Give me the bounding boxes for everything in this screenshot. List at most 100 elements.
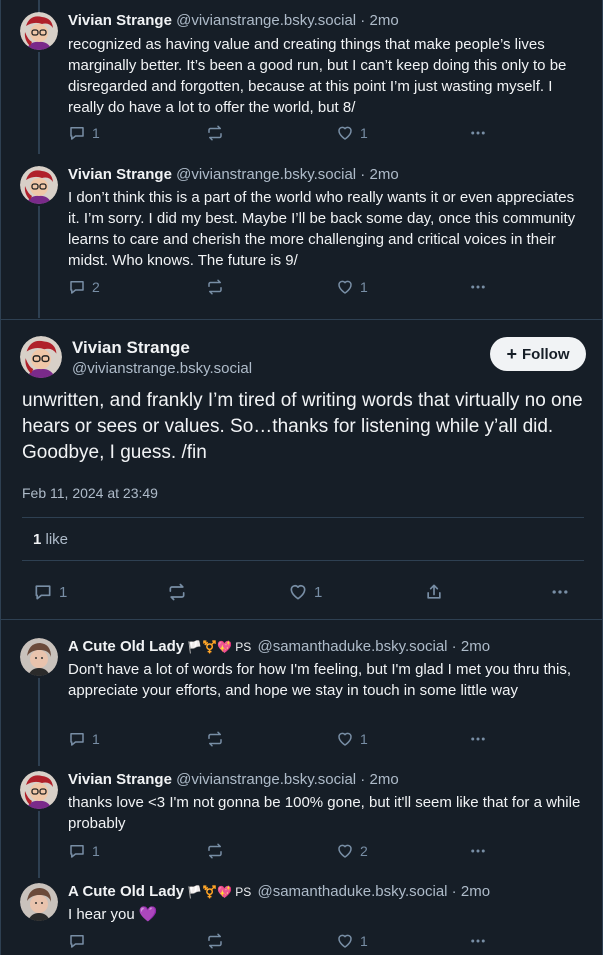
post-actions: 1 1 [68,730,508,750]
like-count: 1 [360,933,368,949]
reply-icon [35,585,51,600]
heart-icon [290,584,306,600]
post-time[interactable]: 2mo [461,883,490,900]
like-button[interactable]: 1 [336,932,368,950]
reply-icon [70,733,84,746]
post-text: Don't have a lot of words for how I'm fe… [68,661,571,699]
time-separator: · [356,771,370,788]
avatar[interactable] [20,883,58,921]
repost-button[interactable] [205,932,231,950]
post-text: recognized as having value and creating … [68,36,567,116]
reply-button[interactable]: 1 [68,730,100,748]
like-count: 1 [360,731,368,747]
time-separator: · [447,883,461,900]
more-options-button[interactable] [468,124,488,142]
author-handle[interactable]: @vivianstrange.bsky.social [176,12,356,29]
post-time[interactable]: 2mo [369,12,398,29]
avatar[interactable] [20,12,58,50]
avatar[interactable] [20,638,58,676]
repost-button[interactable] [205,124,231,142]
thread-line [38,678,40,766]
author-handle[interactable]: @samanthaduke.bsky.social [257,638,447,655]
post-header: Vivian Strange @vivianstrange.bsky.socia… [68,12,399,29]
post-header: A Cute Old Lady 🏳️⚧️💖 PS @samanthaduke.bs… [68,638,490,655]
repost-button[interactable] [205,730,231,748]
like-button[interactable]: 1 [288,582,322,602]
post-time[interactable]: 2mo [369,166,398,183]
author-name[interactable]: Vivian Strange [68,771,172,788]
post-text: thanks love <3 I'm not gonna be 100% gon… [68,794,581,832]
repost-button[interactable] [205,842,231,860]
author-flags: 🏳️⚧️💖 PS [187,885,252,899]
like-count: 1 [360,125,368,141]
reply-icon [70,935,84,948]
more-icon [471,849,485,853]
like-button[interactable]: 1 [336,278,368,296]
repost-button[interactable] [166,582,194,602]
main-author-name[interactable]: Vivian Strange [72,338,190,358]
author-handle[interactable]: @vivianstrange.bsky.social [176,771,356,788]
reply-icon [70,127,84,140]
reply-button[interactable]: 1 [68,124,100,142]
thread-line [38,811,40,878]
like-count: 1 [314,583,323,601]
author-name[interactable]: Vivian Strange [68,12,172,29]
post-actions: 1 2 [68,842,508,862]
more-options-button[interactable] [550,582,570,602]
follow-button[interactable]: + Follow [490,337,586,371]
post-actions: 1 [68,932,508,952]
likes-summary[interactable]: 1 like [33,531,68,548]
reply-button[interactable]: 2 [68,278,100,296]
repost-button[interactable] [205,278,231,296]
time-separator: · [447,638,461,655]
more-options-button[interactable] [468,932,488,950]
post-time[interactable]: 2mo [461,638,490,655]
share-icon [427,584,441,599]
reply-count: 2 [92,279,100,295]
heart-icon [338,934,352,948]
like-button[interactable]: 2 [336,842,368,860]
thread-line [38,52,40,154]
author-handle[interactable]: @vivianstrange.bsky.social [176,166,356,183]
like-button[interactable]: 1 [336,730,368,748]
author-name[interactable]: Vivian Strange [68,166,172,183]
divider [0,619,603,620]
repost-icon [208,125,222,141]
author-name[interactable]: A Cute Old Lady [68,638,184,655]
main-post-avatar[interactable] [20,336,62,378]
heart-icon [338,732,352,746]
more-icon [471,285,485,289]
post-time[interactable]: 2mo [369,771,398,788]
main-post-date[interactable]: Feb 11, 2024 at 23:49 [22,485,158,501]
author-handle[interactable]: @samanthaduke.bsky.social [257,883,447,900]
share-button[interactable] [424,582,444,602]
avatar[interactable] [20,771,58,809]
repost-icon [208,933,222,949]
more-options-button[interactable] [468,730,488,748]
main-author-handle[interactable]: @vivianstrange.bsky.social [72,360,252,377]
like-button[interactable]: 1 [336,124,368,142]
reply-button[interactable]: 1 [33,582,67,602]
divider [22,517,584,518]
reply-icon [70,281,84,294]
heart-icon [338,844,352,858]
heart-icon [338,126,352,140]
reply-count: 1 [92,731,100,747]
author-name[interactable]: A Cute Old Lady [68,883,184,900]
reply-count: 1 [59,583,68,601]
more-options-button[interactable] [468,278,488,296]
avatar[interactable] [20,166,58,204]
author-flags: 🏳️⚧️💖 PS [187,640,252,654]
repost-icon [208,279,222,295]
reply-button[interactable] [68,932,92,950]
repost-icon [169,583,185,601]
more-icon [552,590,568,594]
divider [0,319,603,320]
reply-button[interactable]: 1 [68,842,100,860]
post-header: Vivian Strange @vivianstrange.bsky.socia… [68,771,399,788]
more-icon [471,939,485,943]
more-options-button[interactable] [468,842,488,860]
repost-icon [208,731,222,747]
likes-word: like [45,531,69,548]
post-actions: 2 1 [68,278,508,298]
